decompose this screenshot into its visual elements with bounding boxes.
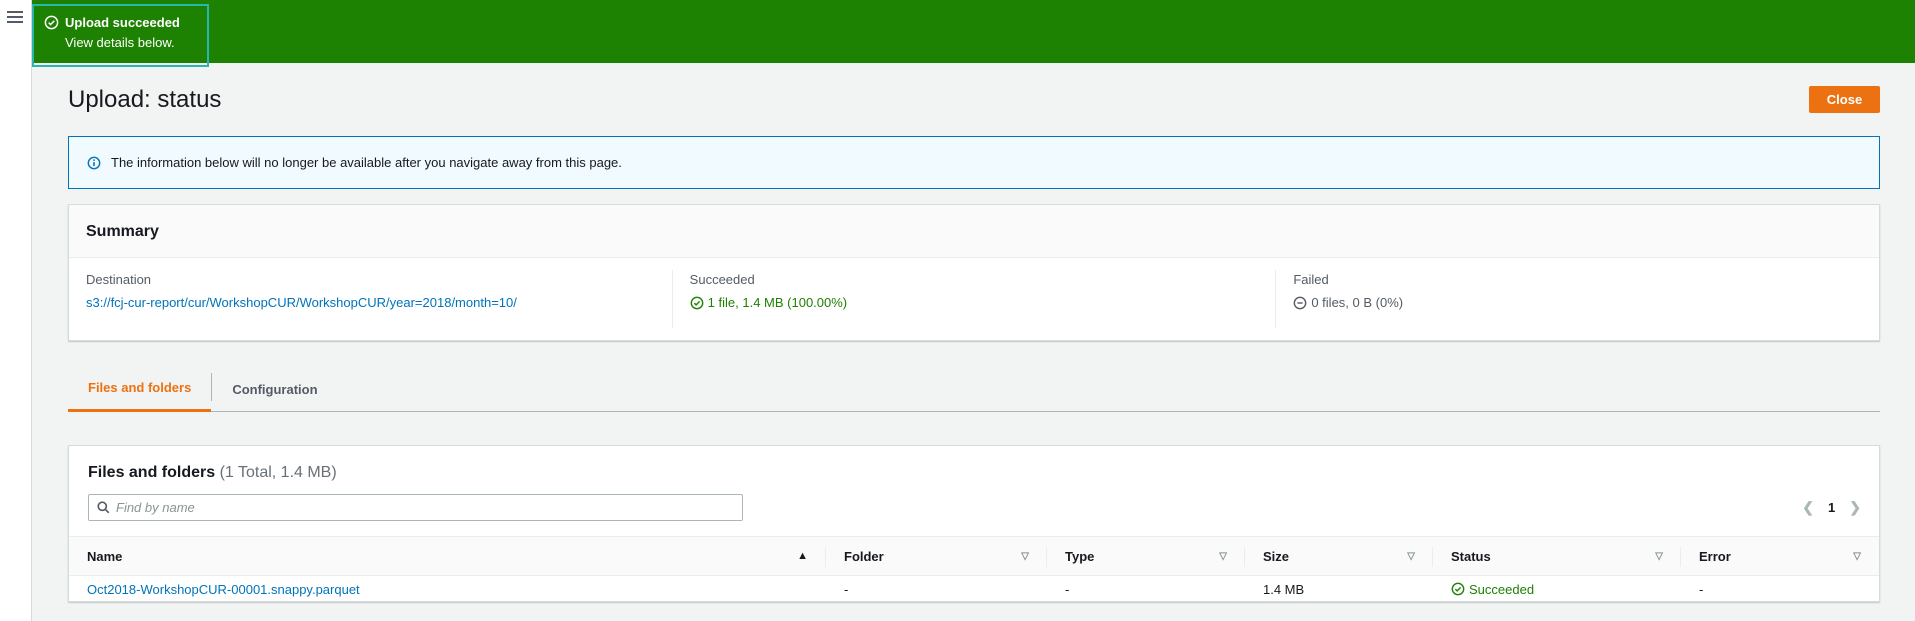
minus-circle-icon bbox=[1293, 296, 1307, 309]
files-panel: Files and folders (1 Total, 1.4 MB) ❮ 1 … bbox=[68, 445, 1880, 602]
cell-folder: - bbox=[844, 581, 849, 597]
next-page-icon[interactable]: ❯ bbox=[1849, 499, 1861, 516]
column-label: Status bbox=[1451, 548, 1491, 564]
table-header-row: Name ▲ Folder ▽ Type ▽ Size ▽ Status ▽ Error ▽ bbox=[69, 536, 1879, 576]
files-title: Files and folders (1 Total, 1.4 MB) bbox=[88, 464, 337, 482]
search-box bbox=[88, 494, 743, 521]
column-header-type[interactable]: Type ▽ bbox=[1047, 537, 1245, 575]
search-input[interactable] bbox=[116, 500, 716, 515]
sort-ascending-icon: ▲ bbox=[797, 550, 808, 562]
column-header-error[interactable]: Error ▽ bbox=[1681, 537, 1879, 575]
file-name-link[interactable]: Oct2018-WorkshopCUR-00001.snappy.parquet bbox=[87, 582, 360, 597]
close-button[interactable]: Close bbox=[1809, 86, 1880, 113]
sort-icon: ▽ bbox=[1219, 550, 1227, 562]
status-text: Succeeded bbox=[1469, 581, 1535, 597]
flash-title: Upload succeeded bbox=[65, 15, 180, 30]
column-label: Name bbox=[87, 548, 123, 564]
cell-error: - bbox=[1699, 581, 1704, 597]
failed-label: Failed bbox=[1293, 272, 1329, 287]
success-check-icon bbox=[690, 296, 704, 309]
tab-configuration[interactable]: Configuration bbox=[212, 366, 337, 412]
failed-column: Failed 0 files, 0 B (0%) bbox=[1276, 270, 1879, 328]
files-title-text: Files and folders bbox=[88, 464, 216, 481]
failed-value: 0 files, 0 B (0%) bbox=[1311, 295, 1404, 310]
flash-subtitle: View details below. bbox=[65, 35, 175, 50]
flash-message: Upload succeeded View details below. bbox=[32, 4, 209, 67]
column-label: Type bbox=[1065, 548, 1095, 564]
cell-size: 1.4 MB bbox=[1263, 581, 1305, 597]
failed-value-row: 0 files, 0 B (0%) bbox=[1293, 295, 1862, 310]
cell-type: - bbox=[1065, 581, 1070, 597]
destination-link[interactable]: s3://fcj-cur-report/cur/WorkshopCUR/Work… bbox=[86, 295, 517, 310]
menu-icon[interactable] bbox=[7, 11, 23, 25]
column-header-status[interactable]: Status ▽ bbox=[1433, 537, 1681, 575]
sort-icon: ▽ bbox=[1853, 550, 1861, 562]
current-page[interactable]: 1 bbox=[1828, 500, 1835, 515]
succeeded-label: Succeeded bbox=[689, 272, 755, 287]
info-icon bbox=[87, 156, 101, 169]
succeeded-column: Succeeded 1 file, 1.4 MB (100.00%) bbox=[673, 270, 1277, 328]
side-navigation-strip bbox=[0, 0, 32, 621]
info-message: The information below will no longer be … bbox=[111, 155, 622, 170]
summary-header: Summary bbox=[69, 205, 1879, 258]
summary-panel: Summary Destination s3://fcj-cur-report/… bbox=[68, 204, 1880, 341]
cell-name: Oct2018-WorkshopCUR-00001.snappy.parquet bbox=[69, 576, 826, 602]
succeeded-value: 1 file, 1.4 MB (100.00%) bbox=[707, 295, 848, 310]
sort-icon: ▽ bbox=[1407, 550, 1415, 562]
page-title: Upload: status bbox=[68, 86, 222, 113]
destination-column: Destination s3://fcj-cur-report/cur/Work… bbox=[69, 270, 673, 328]
table-row: Oct2018-WorkshopCUR-00001.snappy.parquet… bbox=[69, 576, 1879, 602]
tab-bar: Files and folders Configuration bbox=[68, 366, 1880, 412]
sort-icon: ▽ bbox=[1021, 550, 1029, 562]
cell-status: Succeeded bbox=[1433, 576, 1681, 602]
search-icon bbox=[97, 501, 110, 514]
files-table: Name ▲ Folder ▽ Type ▽ Size ▽ Status ▽ Error ▽… bbox=[69, 536, 1879, 602]
files-count: (1 Total, 1.4 MB) bbox=[219, 464, 337, 481]
column-label: Size bbox=[1263, 548, 1290, 564]
check-circle-icon bbox=[44, 15, 59, 30]
success-banner bbox=[32, 0, 1915, 63]
success-check-icon bbox=[1451, 582, 1465, 596]
destination-label: Destination bbox=[86, 272, 152, 287]
tab-files-and-folders[interactable]: Files and folders bbox=[68, 366, 212, 412]
sort-icon: ▽ bbox=[1655, 550, 1663, 562]
pagination: ❮ 1 ❯ bbox=[1802, 499, 1861, 516]
prev-page-icon[interactable]: ❮ bbox=[1802, 499, 1814, 516]
succeeded-value-row: 1 file, 1.4 MB (100.00%) bbox=[690, 295, 1259, 310]
column-label: Error bbox=[1699, 548, 1731, 564]
column-header-size[interactable]: Size ▽ bbox=[1245, 537, 1433, 575]
info-alert: The information below will no longer be … bbox=[68, 136, 1880, 189]
column-header-folder[interactable]: Folder ▽ bbox=[826, 537, 1047, 575]
column-header-name[interactable]: Name ▲ bbox=[69, 537, 826, 575]
column-label: Folder bbox=[844, 548, 884, 564]
